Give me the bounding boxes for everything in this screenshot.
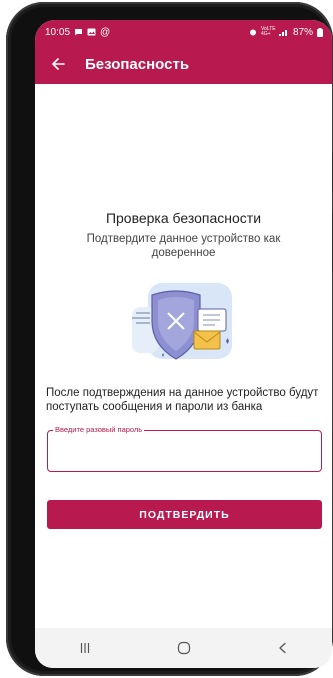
arrow-left-icon xyxy=(52,58,65,70)
one-time-password-field[interactable]: Введите разовый пароль xyxy=(47,425,322,472)
battery-icon xyxy=(317,27,323,37)
back-icon xyxy=(278,642,286,654)
security-check-subheading: Подтвердите данное устройство как довере… xyxy=(86,233,281,259)
home-button[interactable] xyxy=(164,633,204,663)
network-type-label: VoLTE 4G+ xyxy=(260,26,276,37)
security-check-heading: Проверка безопасности xyxy=(105,210,262,226)
home-icon xyxy=(177,641,190,655)
recent-apps-button[interactable] xyxy=(65,633,105,663)
screen: 10:05 @ VoLTE 4G+ 87% Безопасность Прове… xyxy=(35,20,332,668)
main-content: Проверка безопасности Подтвердите данное… xyxy=(35,84,332,644)
app-bar: Безопасность xyxy=(35,44,332,84)
message-icon xyxy=(75,29,83,36)
otp-input[interactable] xyxy=(54,443,315,467)
battery-percent: 87% xyxy=(292,26,313,38)
alarm-icon xyxy=(249,29,256,36)
phone-frame: 10:05 @ VoLTE 4G+ 87% Безопасность Прове… xyxy=(6,2,333,676)
recent-apps-icon xyxy=(80,643,89,653)
status-bar: 10:05 @ VoLTE 4G+ 87% xyxy=(35,20,332,44)
confirmation-info-text: После подтверждения на данное устройство… xyxy=(46,387,319,413)
at-icon: @ xyxy=(100,26,111,38)
otp-field-label: Введите разовый пароль xyxy=(53,425,145,434)
system-back-button[interactable] xyxy=(263,633,303,663)
system-nav-bar xyxy=(35,628,332,668)
confirm-button[interactable]: ПОДТВЕРДИТЬ xyxy=(47,500,322,529)
status-time: 10:05 xyxy=(45,26,71,38)
page-title: Безопасность xyxy=(85,55,190,73)
image-notification-icon xyxy=(87,28,96,36)
shield-envelope-illustration xyxy=(132,283,232,360)
back-button[interactable] xyxy=(47,53,69,75)
signal-icon xyxy=(278,30,287,36)
